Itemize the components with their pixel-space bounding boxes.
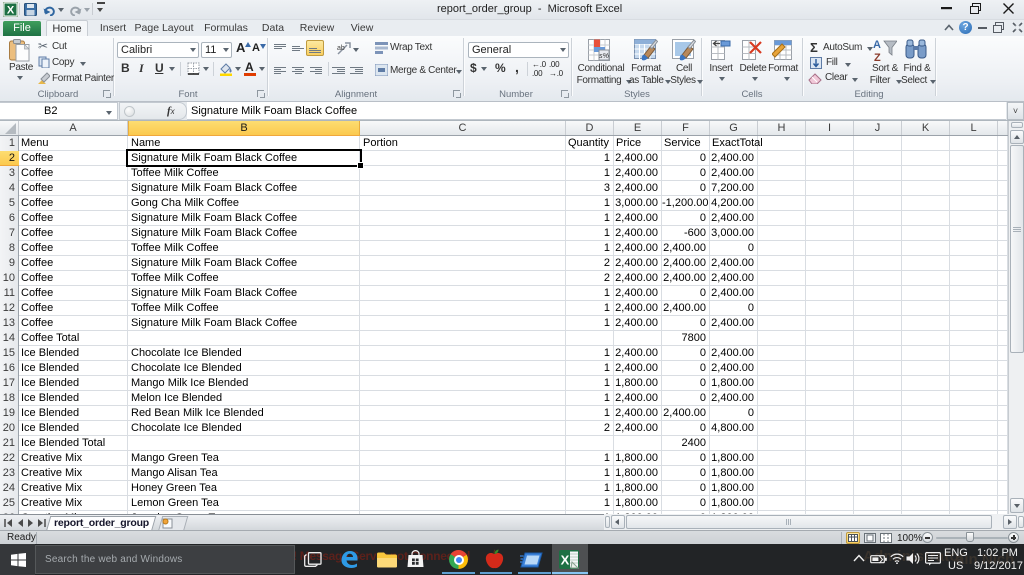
svg-text:s%: s% — [599, 53, 609, 60]
svg-text:A: A — [873, 39, 881, 51]
svg-text:X: X — [7, 5, 15, 17]
svg-text:X: X — [561, 553, 570, 568]
svg-text:Z: Z — [874, 52, 881, 62]
svg-text:ab: ab — [337, 45, 345, 52]
